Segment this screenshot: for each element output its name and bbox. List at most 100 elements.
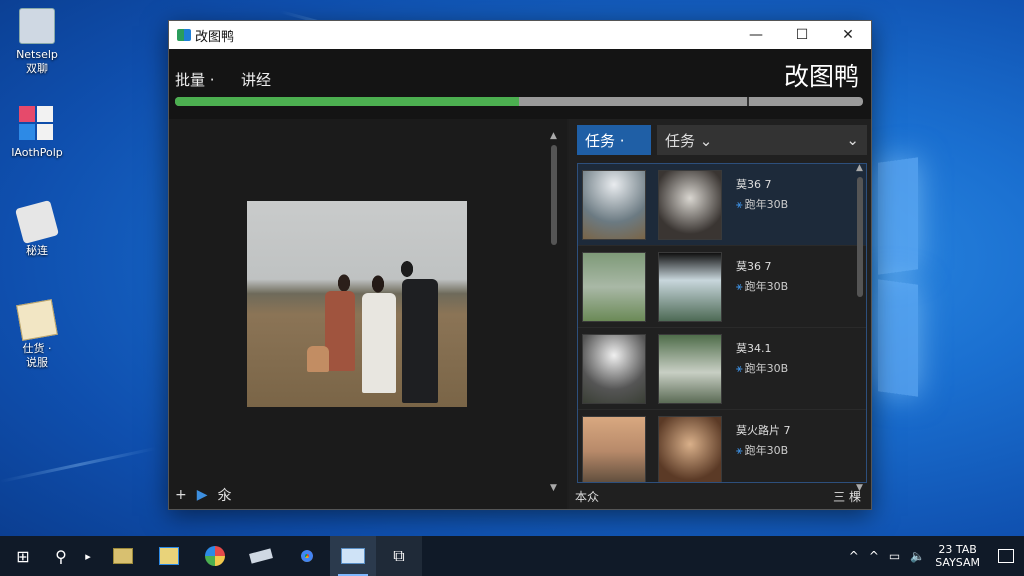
list-item[interactable]: 莫36 7 ⚹ 跑年30B: [578, 246, 866, 328]
taskbar-app-photos-icon[interactable]: [146, 536, 192, 576]
desktop-icon-shortcut[interactable]: 秘连: [2, 199, 72, 258]
progress-divider: [747, 97, 749, 106]
status-icon: ⚹: [736, 444, 743, 457]
clock-date: SAYSAM: [935, 556, 980, 569]
desktop-icon-label: 说服: [26, 356, 48, 369]
tray-chevron-up-icon[interactable]: ^: [869, 549, 879, 563]
add-icon[interactable]: +: [175, 487, 187, 503]
maximize-button[interactable]: ☐: [779, 21, 825, 49]
task-select-value: 任务 ⌄: [665, 131, 713, 150]
item-subtitle: ⚹ 跑年30B: [736, 442, 788, 458]
preview-image[interactable]: [247, 201, 467, 407]
person-figure: [362, 293, 396, 393]
scroll-thumb[interactable]: [551, 145, 557, 245]
taskbar: ⊞ ⚲ ▸ ⧉ ^ ^ ▭ 🔈 23 TAB SAYSAM: [0, 536, 1024, 576]
clock[interactable]: 23 TAB SAYSAM: [935, 543, 980, 569]
extra-icon[interactable]: 氽: [218, 485, 232, 505]
item-subtitle: ⚹ 跑年30B: [736, 360, 788, 376]
list-item[interactable]: 莫36 7 ⚹ 跑年30B: [578, 164, 866, 246]
task-list: 莫36 7 ⚹ 跑年30B 莫36 7 ⚹ 跑年30B 莫34.1 ⚹ 跑年30B: [577, 163, 867, 483]
item-title: 莫36 7: [736, 178, 772, 191]
thumbnail-image: [582, 416, 646, 482]
disk-icon: [14, 199, 60, 245]
thumbnail-image: [658, 170, 722, 240]
menu-lecture[interactable]: 讲经: [241, 69, 271, 90]
chevron-down-icon: ⌄: [846, 131, 859, 149]
list-item[interactable]: 莫火路片 7 ⚹ 跑年30B: [578, 410, 866, 482]
desktop-icon-iaothpolp[interactable]: IAothPolp: [2, 106, 72, 160]
desktop-icon-document[interactable]: 仕货 · 说服: [2, 299, 72, 370]
person-figure: [402, 279, 438, 403]
taskbar-app-extra-icon[interactable]: ⧉: [376, 536, 422, 576]
desktop-icon-netselp[interactable]: Netselp 双聊: [2, 8, 72, 76]
task-list-scrollbar[interactable]: ▲ ▼: [855, 163, 865, 493]
tray-battery-icon[interactable]: ▭: [889, 549, 900, 563]
desktop-icon-label: Netselp: [16, 48, 58, 61]
desktop-icon-label: IAothPolp: [11, 146, 63, 159]
title-bar[interactable]: 改图鸭 — ☐ ✕: [169, 21, 871, 49]
brand-title: 改图鸭: [783, 62, 859, 91]
search-icon[interactable]: ⚲: [46, 536, 76, 576]
desktop-beam: [0, 446, 157, 483]
progress-bar: [175, 97, 863, 106]
scroll-thumb[interactable]: [857, 177, 863, 297]
item-title: 莫火路片 7: [736, 424, 791, 437]
app-icon[interactable]: ▶: [197, 487, 208, 503]
thumbnail-image: [658, 334, 722, 404]
task-pane: 任务 · 任务 ⌄ ⌄ 莫36 7 ⚹ 跑年30B 莫36 7 ⚹ 跑年30B …: [569, 119, 871, 509]
desktop-icon-label: 秘连: [26, 244, 48, 257]
item-size: 跑年30B: [744, 280, 789, 293]
status-icon: ⚹: [736, 198, 743, 211]
taskbar-app-tool-icon[interactable]: [238, 536, 284, 576]
clock-time: 23 TAB: [938, 543, 977, 556]
close-button[interactable]: ✕: [825, 21, 871, 49]
item-size: 跑年30B: [744, 198, 789, 211]
scroll-down-icon[interactable]: ▼: [550, 483, 557, 493]
document-icon: [16, 299, 58, 341]
person-figure: [325, 291, 355, 371]
footer-left-label[interactable]: 本众: [575, 488, 599, 505]
menu-bar: 批量 · 讲经 改图鸭: [169, 49, 871, 119]
progress-fill: [175, 97, 519, 106]
thumbnail-image: [582, 334, 646, 404]
taskbar-app-gaituya-icon[interactable]: [330, 536, 376, 576]
tray-chevron-up-icon[interactable]: ^: [849, 549, 859, 563]
item-size: 跑年30B: [744, 362, 789, 375]
handbag: [307, 346, 329, 372]
task-button[interactable]: 任务 ·: [577, 125, 651, 155]
thumbnail-image: [582, 170, 646, 240]
status-icon: ⚹: [736, 280, 743, 293]
window-title: 改图鸭: [195, 29, 235, 45]
taskbar-app-paint-icon[interactable]: [192, 536, 238, 576]
system-tray: ^ ^ ▭ 🔈 23 TAB SAYSAM: [849, 543, 1024, 569]
scroll-up-icon[interactable]: ▲: [550, 131, 557, 141]
notebook-icon: [19, 8, 55, 44]
item-title: 莫34.1: [736, 342, 772, 355]
task-select[interactable]: 任务 ⌄ ⌄: [657, 125, 867, 155]
preview-pane: ▲ ▼ + ▶ 氽: [169, 119, 567, 509]
app-icon: [177, 29, 191, 41]
footer-right-label[interactable]: 三 棵: [833, 488, 861, 505]
scroll-up-icon[interactable]: ▲: [856, 163, 863, 173]
preview-scrollbar[interactable]: ▲ ▼: [549, 131, 559, 493]
menu-batch[interactable]: 批量 ·: [175, 69, 215, 90]
thumbnail-image: [658, 416, 722, 482]
taskbar-app-chrome-icon[interactable]: [284, 536, 330, 576]
thumbnail-image: [582, 252, 646, 322]
desktop-icon-label: 仕货 ·: [22, 342, 52, 355]
item-title: 莫36 7: [736, 260, 772, 273]
app-grid-icon: [19, 106, 55, 142]
desktop-icon-label: 双聊: [26, 62, 48, 75]
app-window: 改图鸭 — ☐ ✕ 批量 · 讲经 改图鸭 ▲ ▼ + ▶ 氽 任务 · 任务 …: [168, 20, 872, 510]
taskbar-app-cortana-icon[interactable]: ▸: [76, 536, 100, 576]
status-icon: ⚹: [736, 362, 743, 375]
start-button[interactable]: ⊞: [0, 536, 46, 576]
windows-logo: [878, 157, 920, 400]
item-subtitle: ⚹ 跑年30B: [736, 196, 788, 212]
tray-volume-icon[interactable]: 🔈: [910, 549, 925, 563]
minimize-button[interactable]: —: [733, 21, 779, 49]
item-size: 跑年30B: [744, 444, 789, 457]
taskbar-app-explorer-icon[interactable]: [100, 536, 146, 576]
notification-icon[interactable]: [998, 549, 1014, 563]
list-item[interactable]: 莫34.1 ⚹ 跑年30B: [578, 328, 866, 410]
